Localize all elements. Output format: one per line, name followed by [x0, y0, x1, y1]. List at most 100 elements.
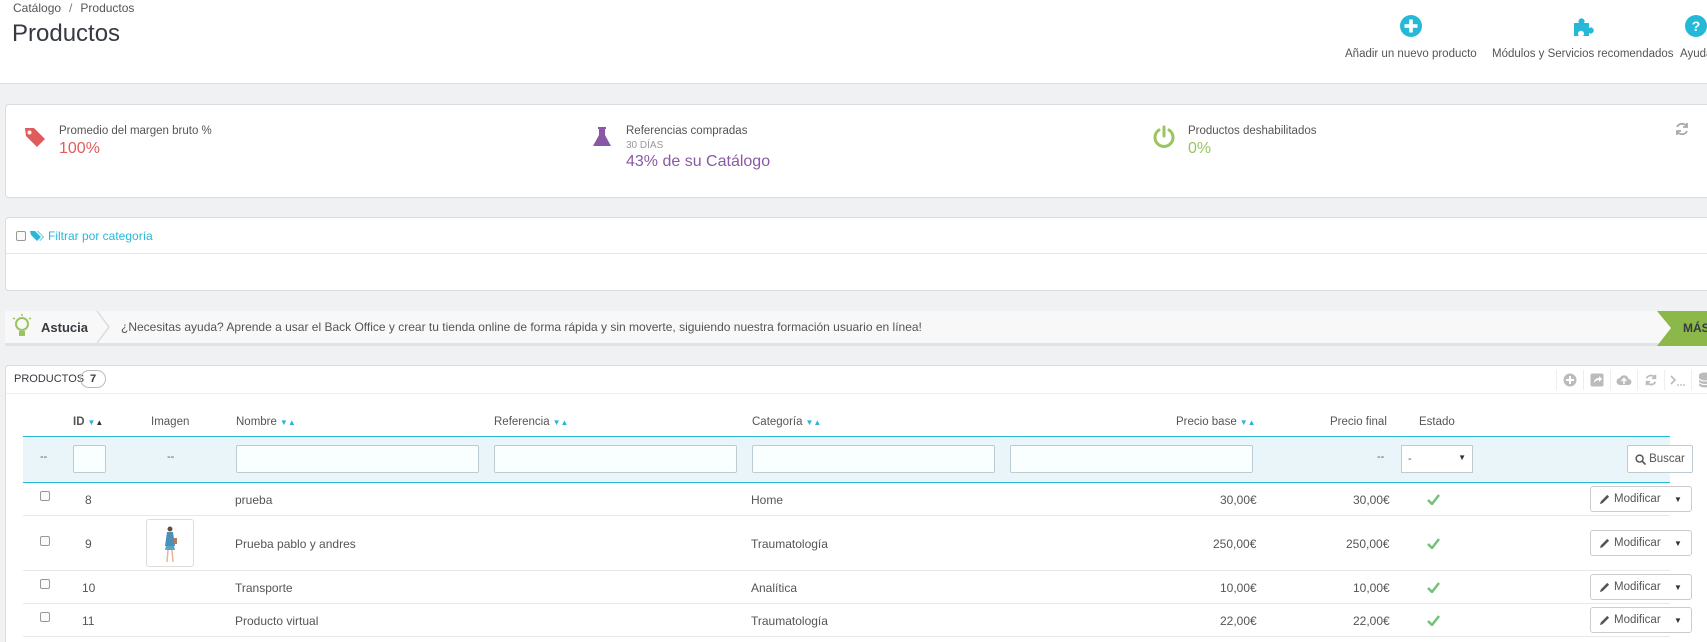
table-row[interactable]: 11 Producto virtual Traumatología 22,00€…: [23, 604, 1692, 637]
check-icon[interactable]: [1427, 615, 1440, 626]
category-filter-panel: Filtrar por categoría: [5, 217, 1707, 291]
row-name[interactable]: Prueba pablo y andres: [235, 537, 356, 551]
share-icon: [1590, 373, 1604, 387]
row-category: Traumatología: [751, 537, 828, 551]
chevron-down-icon[interactable]: ▼: [1665, 539, 1691, 548]
filter-id-input[interactable]: [73, 445, 106, 473]
edit-button[interactable]: Modificar ▼: [1590, 574, 1692, 600]
category-filter-label[interactable]: Filtrar por categoría: [48, 229, 153, 243]
list-sql-button[interactable]: [1664, 370, 1691, 390]
svg-text:?: ?: [1692, 18, 1701, 34]
sort-arrows-icon[interactable]: ▼▲: [280, 418, 296, 427]
table-row[interactable]: 8 prueba Home 30,00€ 30,00€ Modificar ▼: [23, 483, 1692, 516]
row-name[interactable]: Transporte: [235, 581, 293, 595]
plus-circle-icon: [1399, 15, 1422, 37]
help-button[interactable]: ? Ayuda: [1680, 14, 1707, 60]
category-filter-checkbox[interactable]: [16, 230, 26, 241]
pencil-icon: [1599, 538, 1610, 548]
tip-more-button[interactable]: MÁS: [1657, 311, 1707, 346]
col-id-label: ID: [73, 416, 85, 428]
puzzle-icon: [1573, 18, 1594, 36]
check-icon[interactable]: [1427, 494, 1440, 505]
cloud-upload-icon: [1616, 375, 1632, 385]
kpi-disabled-products-title: Productos deshabilitados: [1188, 125, 1317, 137]
row-checkbox[interactable]: [40, 491, 50, 501]
edit-button-label: Modificar: [1614, 614, 1661, 626]
col-header-status: Estado: [1419, 416, 1455, 428]
filter-select-dash: --: [40, 451, 48, 463]
product-thumbnail[interactable]: [146, 519, 194, 567]
filter-reference-input[interactable]: [494, 445, 737, 473]
list-add-button[interactable]: [1556, 370, 1583, 390]
kpi-panel: Promedio del margen bruto % 100% Referen…: [5, 104, 1707, 198]
col-header-final-price: Precio final: [1330, 416, 1387, 428]
sort-arrows-icon[interactable]: ▼▲: [88, 418, 104, 427]
filter-name-input[interactable]: [236, 445, 479, 473]
question-circle-icon: ?: [1685, 15, 1707, 37]
sort-arrows-icon[interactable]: ▼▲: [553, 418, 569, 427]
row-base-price: 30,00€: [1220, 493, 1257, 507]
recommended-modules-button[interactable]: Módulos y Servicios recomendados: [1492, 14, 1674, 60]
row-name[interactable]: prueba: [235, 493, 272, 507]
check-icon[interactable]: [1427, 582, 1440, 593]
sort-arrows-icon[interactable]: ▼▲: [806, 418, 822, 427]
row-category: Analítica: [751, 581, 798, 595]
col-header-name[interactable]: Nombre ▼▲: [236, 416, 296, 428]
row-id: 11: [82, 614, 95, 628]
page-title: Productos: [12, 20, 121, 47]
col-header-category[interactable]: Categoría ▼▲: [752, 416, 821, 428]
list-refresh-button[interactable]: [1637, 370, 1664, 390]
pencil-icon: [1599, 582, 1610, 592]
edit-button[interactable]: Modificar ▼: [1590, 486, 1692, 512]
row-id: 8: [85, 493, 92, 507]
check-icon[interactable]: [1427, 538, 1440, 549]
kpi-purchased-references-value: 43% de su Catálogo: [626, 153, 771, 170]
tip-more-label: MÁS: [1683, 321, 1707, 335]
tip-text: ¿Necesitas ayuda? Aprende a usar el Back…: [121, 320, 922, 334]
edit-button-label: Modificar: [1614, 537, 1661, 549]
list-database-button[interactable]: [1691, 370, 1707, 390]
filter-base-price-input[interactable]: [1010, 445, 1253, 473]
breadcrumb: Catálogo / Productos: [13, 1, 134, 15]
row-final-price: 30,00€: [1353, 493, 1390, 507]
table-row[interactable]: 10 Transporte Analítica 10,00€ 10,00€ Mo…: [23, 571, 1692, 604]
filter-status-select[interactable]: - ▼: [1401, 445, 1473, 473]
chevron-down-icon[interactable]: ▼: [1665, 495, 1691, 504]
row-checkbox[interactable]: [40, 612, 50, 622]
page-header: Catálogo / Productos Productos Añadir un n…: [0, 0, 1707, 84]
row-checkbox[interactable]: [40, 536, 50, 546]
kpi-purchased-references-title: Referencias compradas: [626, 125, 748, 137]
table-row[interactable]: 9 Prueba pablo y andres Traumatología 25…: [23, 516, 1692, 571]
list-import-button[interactable]: [1610, 370, 1637, 390]
edit-button[interactable]: Modificar ▼: [1590, 530, 1692, 556]
row-final-price: 22,00€: [1353, 614, 1390, 628]
recommended-modules-label: Módulos y Servicios recomendados: [1492, 48, 1674, 60]
refresh-icon[interactable]: [1674, 121, 1690, 137]
lightbulb-icon: [12, 314, 32, 336]
row-name[interactable]: Producto virtual: [235, 614, 318, 628]
col-header-id[interactable]: ID ▼▲: [73, 416, 103, 428]
breadcrumb-separator: /: [69, 1, 73, 15]
tag-icon: [25, 128, 45, 147]
filter-row: -- -- -- - ▼ Buscar: [23, 436, 1693, 483]
filter-image-dash: --: [167, 451, 175, 463]
list-export-button[interactable]: [1583, 370, 1610, 390]
col-header-image: Imagen: [151, 416, 190, 428]
col-header-reference[interactable]: Referencia ▼▲: [494, 416, 568, 428]
row-final-price: 10,00€: [1353, 581, 1390, 595]
plus-circle-icon: [1563, 373, 1577, 387]
add-product-button[interactable]: Añadir un nuevo producto: [1345, 14, 1477, 60]
sort-arrows-icon[interactable]: ▼▲: [1240, 418, 1256, 427]
filter-category-input[interactable]: [752, 445, 995, 473]
col-header-base-price[interactable]: Precio base ▼▲: [1176, 416, 1256, 428]
search-icon: [1635, 453, 1647, 465]
terminal-icon: [1670, 375, 1685, 386]
power-icon: [1153, 125, 1175, 148]
chevron-down-icon[interactable]: ▼: [1665, 583, 1691, 592]
breadcrumb-catalog[interactable]: Catálogo: [13, 1, 61, 15]
row-checkbox[interactable]: [40, 579, 50, 589]
chevron-down-icon[interactable]: ▼: [1665, 616, 1691, 625]
search-button[interactable]: Buscar: [1627, 445, 1693, 473]
add-product-label: Añadir un nuevo producto: [1345, 48, 1477, 60]
edit-button[interactable]: Modificar ▼: [1590, 607, 1692, 633]
